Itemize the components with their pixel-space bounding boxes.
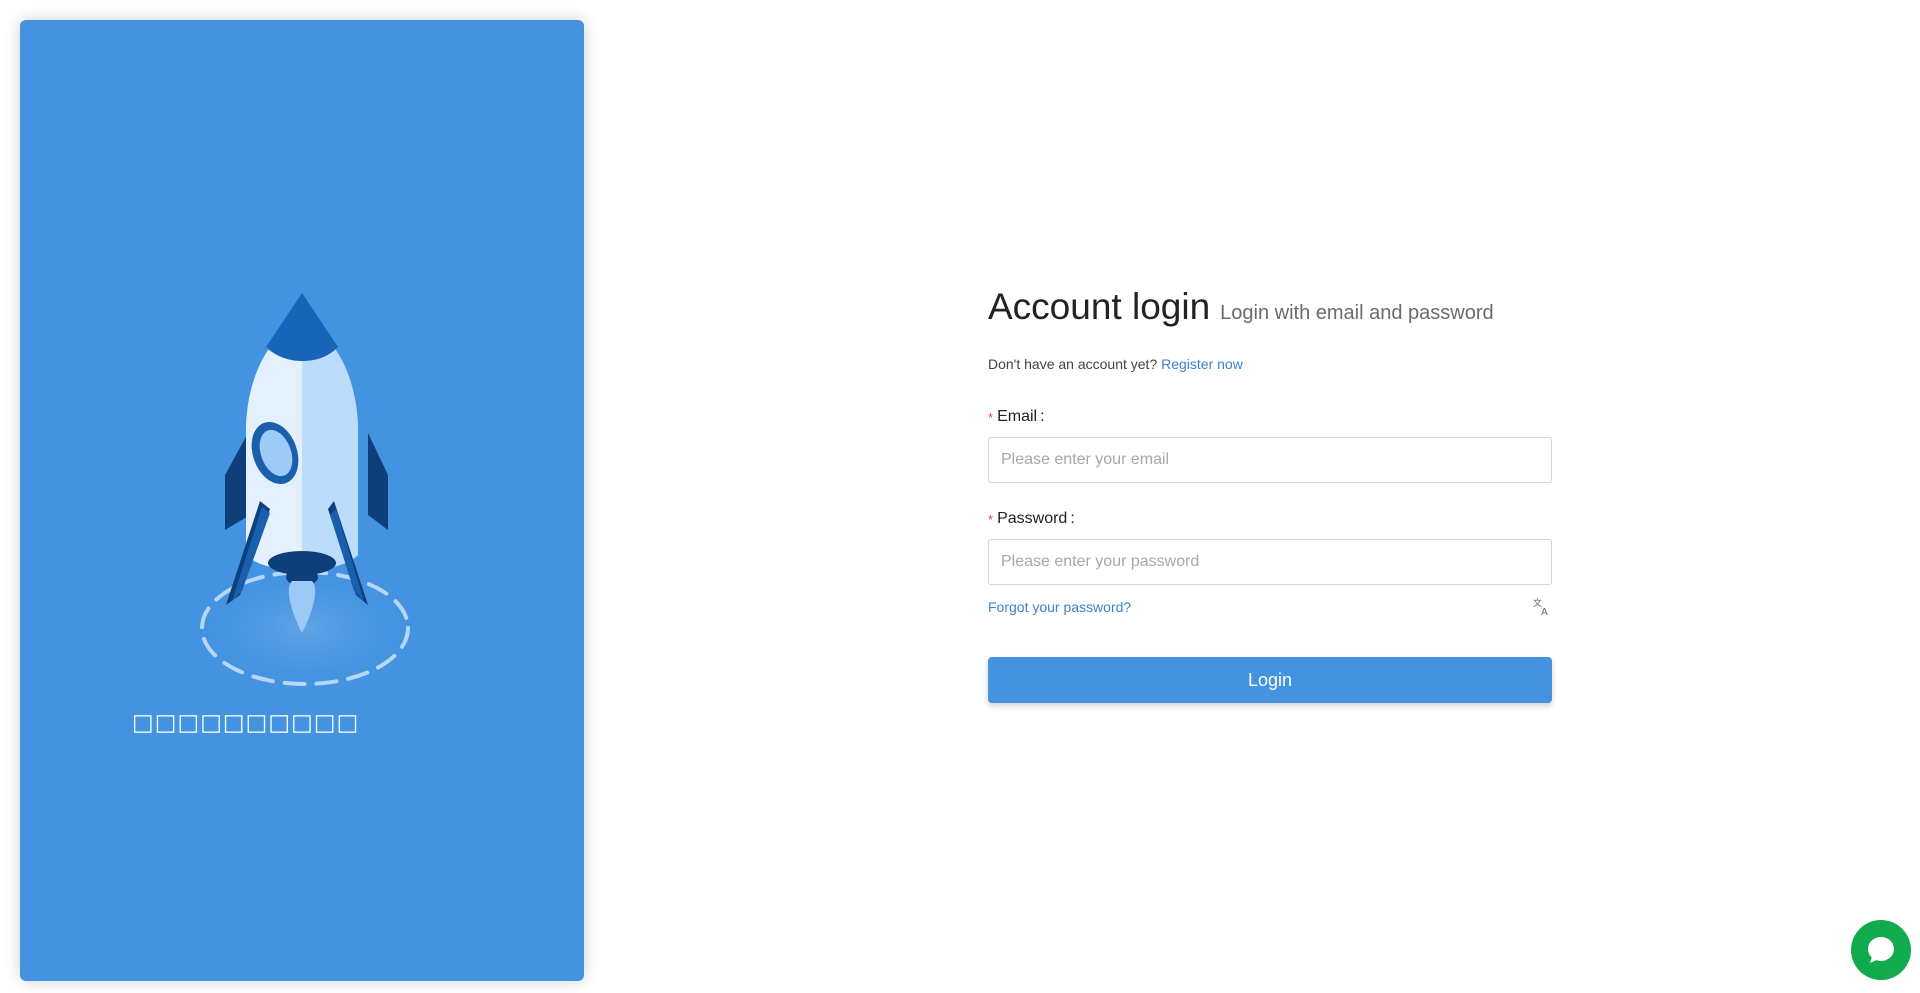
- register-row: Don't have an account yet? Register now: [988, 356, 1552, 372]
- email-input[interactable]: [988, 437, 1552, 483]
- rocket-icon: [193, 293, 417, 690]
- forgot-password-link[interactable]: Forgot your password?: [988, 599, 1131, 615]
- login-form: Account login Login with email and passw…: [988, 286, 1552, 703]
- svg-text:A: A: [1541, 607, 1548, 617]
- login-button[interactable]: Login: [988, 657, 1552, 703]
- password-input[interactable]: [988, 539, 1552, 585]
- password-label-text: Password: [997, 510, 1068, 527]
- title-row: Account login Login with email and passw…: [988, 286, 1552, 328]
- forgot-row: Forgot your password? 文 A: [988, 597, 1552, 617]
- required-asterisk: *: [988, 409, 994, 425]
- chat-widget-button[interactable]: [1851, 920, 1911, 980]
- page-subtitle: Login with email and password: [1220, 302, 1494, 324]
- translate-icon[interactable]: 文 A: [1532, 597, 1552, 617]
- label-colon: :: [1040, 408, 1045, 425]
- register-link[interactable]: Register now: [1161, 356, 1243, 372]
- email-label-text: Email: [997, 408, 1038, 425]
- required-asterisk: *: [988, 511, 994, 527]
- label-colon: :: [1070, 510, 1075, 527]
- register-prompt: Don't have an account yet?: [988, 356, 1158, 372]
- panel-caption: □□□□□□□□□□: [132, 710, 360, 736]
- email-label: * Email :: [988, 408, 1552, 426]
- chat-bubble-icon: [1868, 937, 1894, 963]
- illustration-panel: □□□□□□□□□□: [20, 20, 584, 981]
- password-label: * Password :: [988, 510, 1552, 528]
- page-title: Account login: [988, 286, 1211, 327]
